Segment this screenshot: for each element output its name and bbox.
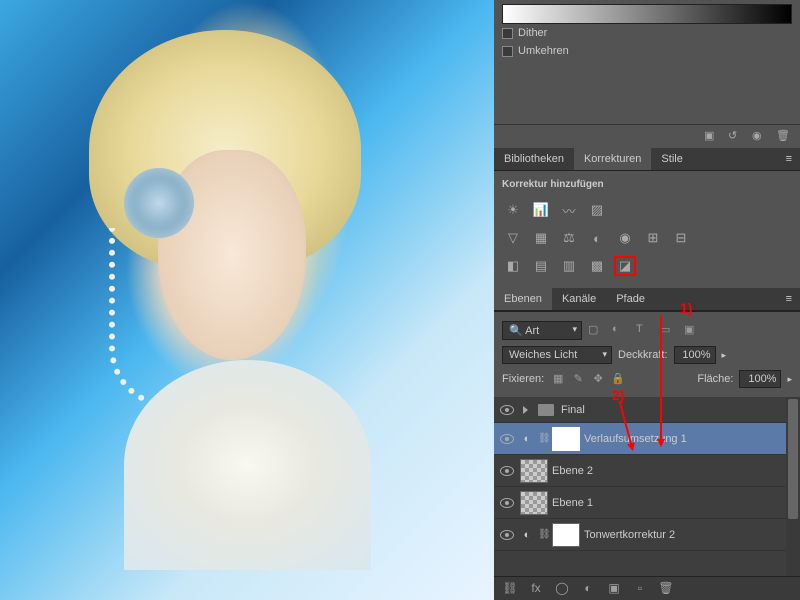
selective-color-icon[interactable]: ▩ xyxy=(586,256,608,276)
invert-icon[interactable]: ◧ xyxy=(502,256,524,276)
layer-filter-dropdown[interactable]: 🔍 Art xyxy=(502,321,582,340)
visibility-icon[interactable]: ◉ xyxy=(752,129,768,145)
photo-filter-icon[interactable]: ◉ xyxy=(614,228,636,248)
reverse-checkbox[interactable] xyxy=(502,46,513,57)
layer-name[interactable]: Ebene 1 xyxy=(552,497,796,509)
layers-tabs: Ebenen Kanäle Pfade ≡ xyxy=(494,288,800,311)
tab-libraries[interactable]: Bibliotheken xyxy=(494,148,574,170)
tab-paths[interactable]: Pfade xyxy=(606,288,655,310)
layers-footer: ⛓ fx ◯ ◐ ▣ ▫ 🗑 xyxy=(494,576,800,600)
layer-levels[interactable]: ◐ ⛓ Tonwertkorrektur 2 xyxy=(494,519,800,551)
layers-panel: 🔍 Art ▢ ◐ T ▭ ▣ Weiches Licht Deckkraft:… xyxy=(494,311,800,600)
trash-icon[interactable]: 🗑 xyxy=(776,129,792,145)
clip-icon[interactable]: ▣ xyxy=(704,129,720,145)
fill-label: Fläche: xyxy=(697,373,733,385)
fx-icon[interactable]: fx xyxy=(528,581,544,597)
new-group-icon[interactable]: ▣ xyxy=(606,581,622,597)
corrections-panel: Korrektur hinzufügen ☀ 📊 〰 ▨ ▽ ▦ ⚖ ◐ ◉ ⊞… xyxy=(494,171,800,288)
gradient-properties-panel: Dither Umkehren xyxy=(494,0,800,64)
filter-text-icon[interactable]: T xyxy=(636,323,654,339)
link-icon: ⛓ xyxy=(538,529,548,540)
curves-icon[interactable]: 〰 xyxy=(558,200,580,220)
reverse-label: Umkehren xyxy=(518,45,569,57)
tab-layers[interactable]: Ebenen xyxy=(494,288,552,310)
corrections-heading: Korrektur hinzufügen xyxy=(502,179,792,190)
layer-name[interactable]: Verlaufsumsetzung 1 xyxy=(584,433,796,445)
bw-icon[interactable]: ◐ xyxy=(586,228,608,248)
folder-icon xyxy=(538,404,554,416)
layer-ebene1[interactable]: Ebene 1 xyxy=(494,487,800,519)
lock-all-icon[interactable]: 🔒 xyxy=(610,372,626,386)
visibility-toggle[interactable] xyxy=(498,462,516,480)
lock-pixels-icon[interactable]: ✎ xyxy=(570,372,586,386)
document-image xyxy=(0,0,494,600)
layer-name[interactable]: Tonwertkorrektur 2 xyxy=(584,529,796,541)
mask-thumbnail[interactable] xyxy=(552,523,580,547)
tab-channels[interactable]: Kanäle xyxy=(552,288,606,310)
visibility-toggle[interactable] xyxy=(498,494,516,512)
filter-pixel-icon[interactable]: ▢ xyxy=(588,323,606,339)
lookup-icon[interactable]: ⊟ xyxy=(670,228,692,248)
layers-scrollbar[interactable] xyxy=(786,397,800,576)
canvas-viewport[interactable] xyxy=(0,0,494,600)
posterize-icon[interactable]: ▤ xyxy=(530,256,552,276)
lock-position-icon[interactable]: ✥ xyxy=(590,372,606,386)
visibility-toggle[interactable] xyxy=(498,401,516,419)
tab-corrections[interactable]: Korrekturen xyxy=(574,148,651,170)
channel-mixer-icon[interactable]: ⊞ xyxy=(642,228,664,248)
layer-thumbnail[interactable] xyxy=(520,459,548,483)
lock-transparency-icon[interactable]: ▦ xyxy=(550,372,566,386)
mask-thumbnail[interactable] xyxy=(552,427,580,451)
visibility-toggle[interactable] xyxy=(498,526,516,544)
right-panels: Dither Umkehren ▣ ↺ ◉ 🗑 Bibliotheken Kor… xyxy=(494,0,800,600)
layer-name[interactable]: Ebene 2 xyxy=(552,465,796,477)
exposure-icon[interactable]: ▨ xyxy=(586,200,608,220)
vibrance-icon[interactable]: ▽ xyxy=(502,228,524,248)
tab-styles[interactable]: Stile xyxy=(651,148,692,170)
fill-input[interactable]: 100% xyxy=(739,370,781,388)
layers-menu-icon[interactable]: ≡ xyxy=(778,288,800,310)
panel-menu-icon[interactable]: ≡ xyxy=(778,148,800,170)
levels-icon[interactable]: 📊 xyxy=(530,200,552,220)
expand-arrow-icon[interactable] xyxy=(523,406,528,414)
gradient-panel-footer: ▣ ↺ ◉ 🗑 xyxy=(494,124,800,148)
opacity-input[interactable]: 100% xyxy=(674,346,716,364)
annotation-arrow-1 xyxy=(660,315,662,445)
gradient-preview[interactable] xyxy=(502,4,792,24)
add-mask-icon[interactable]: ◯ xyxy=(554,581,570,597)
layer-group-final[interactable]: Final xyxy=(494,397,800,423)
new-layer-icon[interactable]: ▫ xyxy=(632,581,648,597)
dither-checkbox[interactable] xyxy=(502,28,513,39)
reset-icon[interactable]: ↺ xyxy=(728,129,744,145)
layer-list: Final ◐ ⛓ Verlaufsumsetzung 1 Ebene 2 Eb… xyxy=(494,397,800,576)
layer-gradient-map[interactable]: ◐ ⛓ Verlaufsumsetzung 1 xyxy=(494,423,800,455)
adjustment-icon: ◐ xyxy=(520,433,534,445)
color-balance-icon[interactable]: ⚖ xyxy=(558,228,580,248)
filter-smart-icon[interactable]: ▣ xyxy=(684,323,702,339)
link-layers-icon[interactable]: ⛓ xyxy=(502,581,518,597)
corrections-tabs: Bibliotheken Korrekturen Stile ≡ xyxy=(494,148,800,171)
blend-mode-dropdown[interactable]: Weiches Licht xyxy=(502,346,612,364)
delete-layer-icon[interactable]: 🗑 xyxy=(658,581,674,597)
new-adjustment-icon[interactable]: ◐ xyxy=(580,581,596,597)
adjustment-icon: ◐ xyxy=(520,529,534,541)
layer-thumbnail[interactable] xyxy=(520,491,548,515)
visibility-toggle[interactable] xyxy=(498,430,516,448)
lock-label: Fixieren: xyxy=(502,373,544,385)
dither-label: Dither xyxy=(518,27,547,39)
gradient-map-icon[interactable]: ◪ xyxy=(614,256,636,276)
layer-name[interactable]: Final xyxy=(561,404,796,416)
threshold-icon[interactable]: ▥ xyxy=(558,256,580,276)
layer-ebene2[interactable]: Ebene 2 xyxy=(494,455,800,487)
filter-adjust-icon[interactable]: ◐ xyxy=(612,323,630,339)
hue-icon[interactable]: ▦ xyxy=(530,228,552,248)
brightness-icon[interactable]: ☀ xyxy=(502,200,524,220)
link-icon: ⛓ xyxy=(538,433,548,444)
filter-shape-icon[interactable]: ▭ xyxy=(660,323,678,339)
